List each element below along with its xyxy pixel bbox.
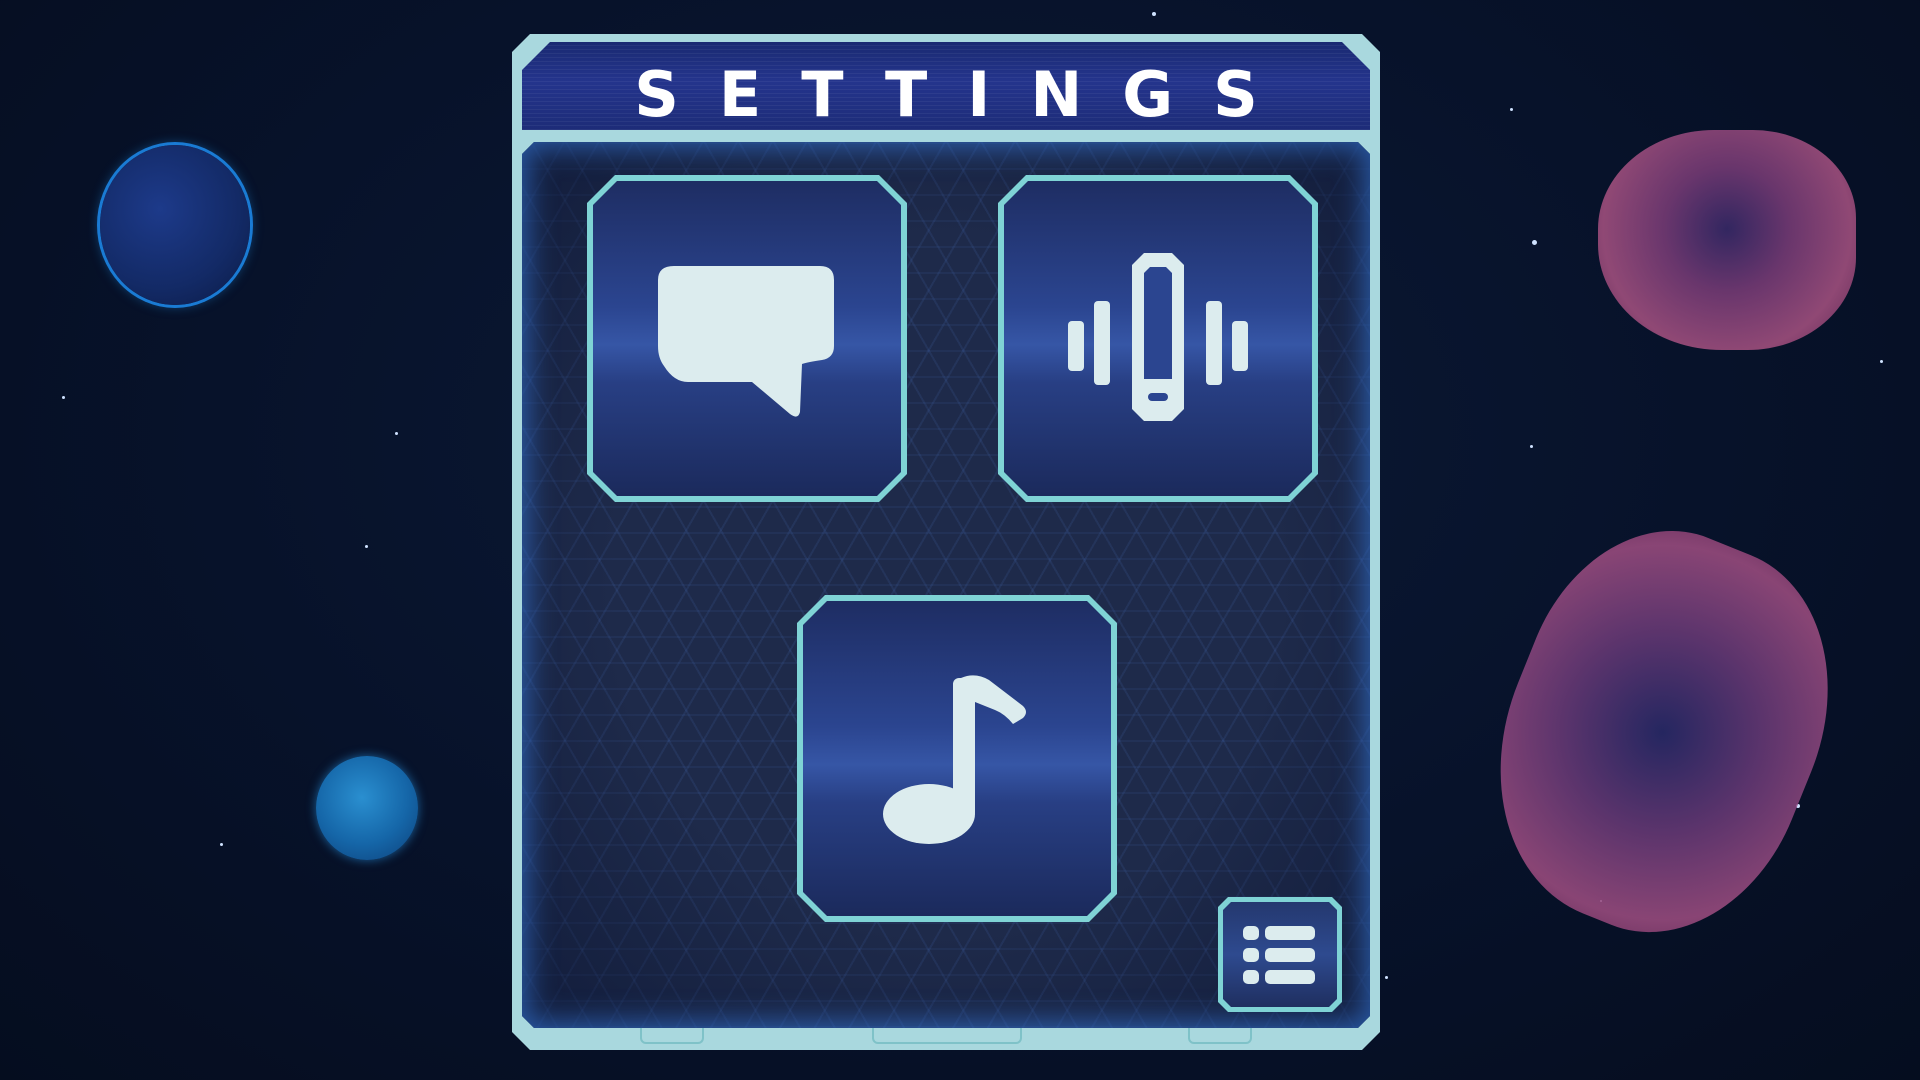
pink-asteroid-top (1598, 130, 1856, 350)
star (1152, 12, 1156, 16)
speech-bubble-icon (658, 265, 834, 417)
star (220, 843, 223, 846)
page-title: SETTINGS (634, 58, 1298, 131)
music-note-icon (883, 674, 1026, 844)
blue-planet-large (100, 145, 250, 305)
footer-notch-left (640, 1028, 704, 1044)
star (1510, 108, 1513, 111)
chat-button[interactable] (587, 175, 907, 502)
music-button[interactable] (797, 595, 1117, 922)
star (1385, 976, 1388, 979)
star (395, 432, 398, 435)
star (365, 545, 368, 548)
pink-asteroid-bottom (1447, 492, 1878, 973)
star (62, 396, 65, 399)
list-menu-icon (1243, 925, 1315, 984)
vibration-button[interactable] (998, 175, 1318, 502)
phone-vibrate-icon (1068, 252, 1248, 421)
footer-notch-center (872, 1028, 1022, 1044)
star (1532, 240, 1537, 245)
menu-button[interactable] (1218, 897, 1342, 1012)
star (1880, 360, 1883, 363)
star (1530, 445, 1533, 448)
blue-planet-small (316, 756, 418, 860)
footer-notch-right (1188, 1028, 1252, 1044)
